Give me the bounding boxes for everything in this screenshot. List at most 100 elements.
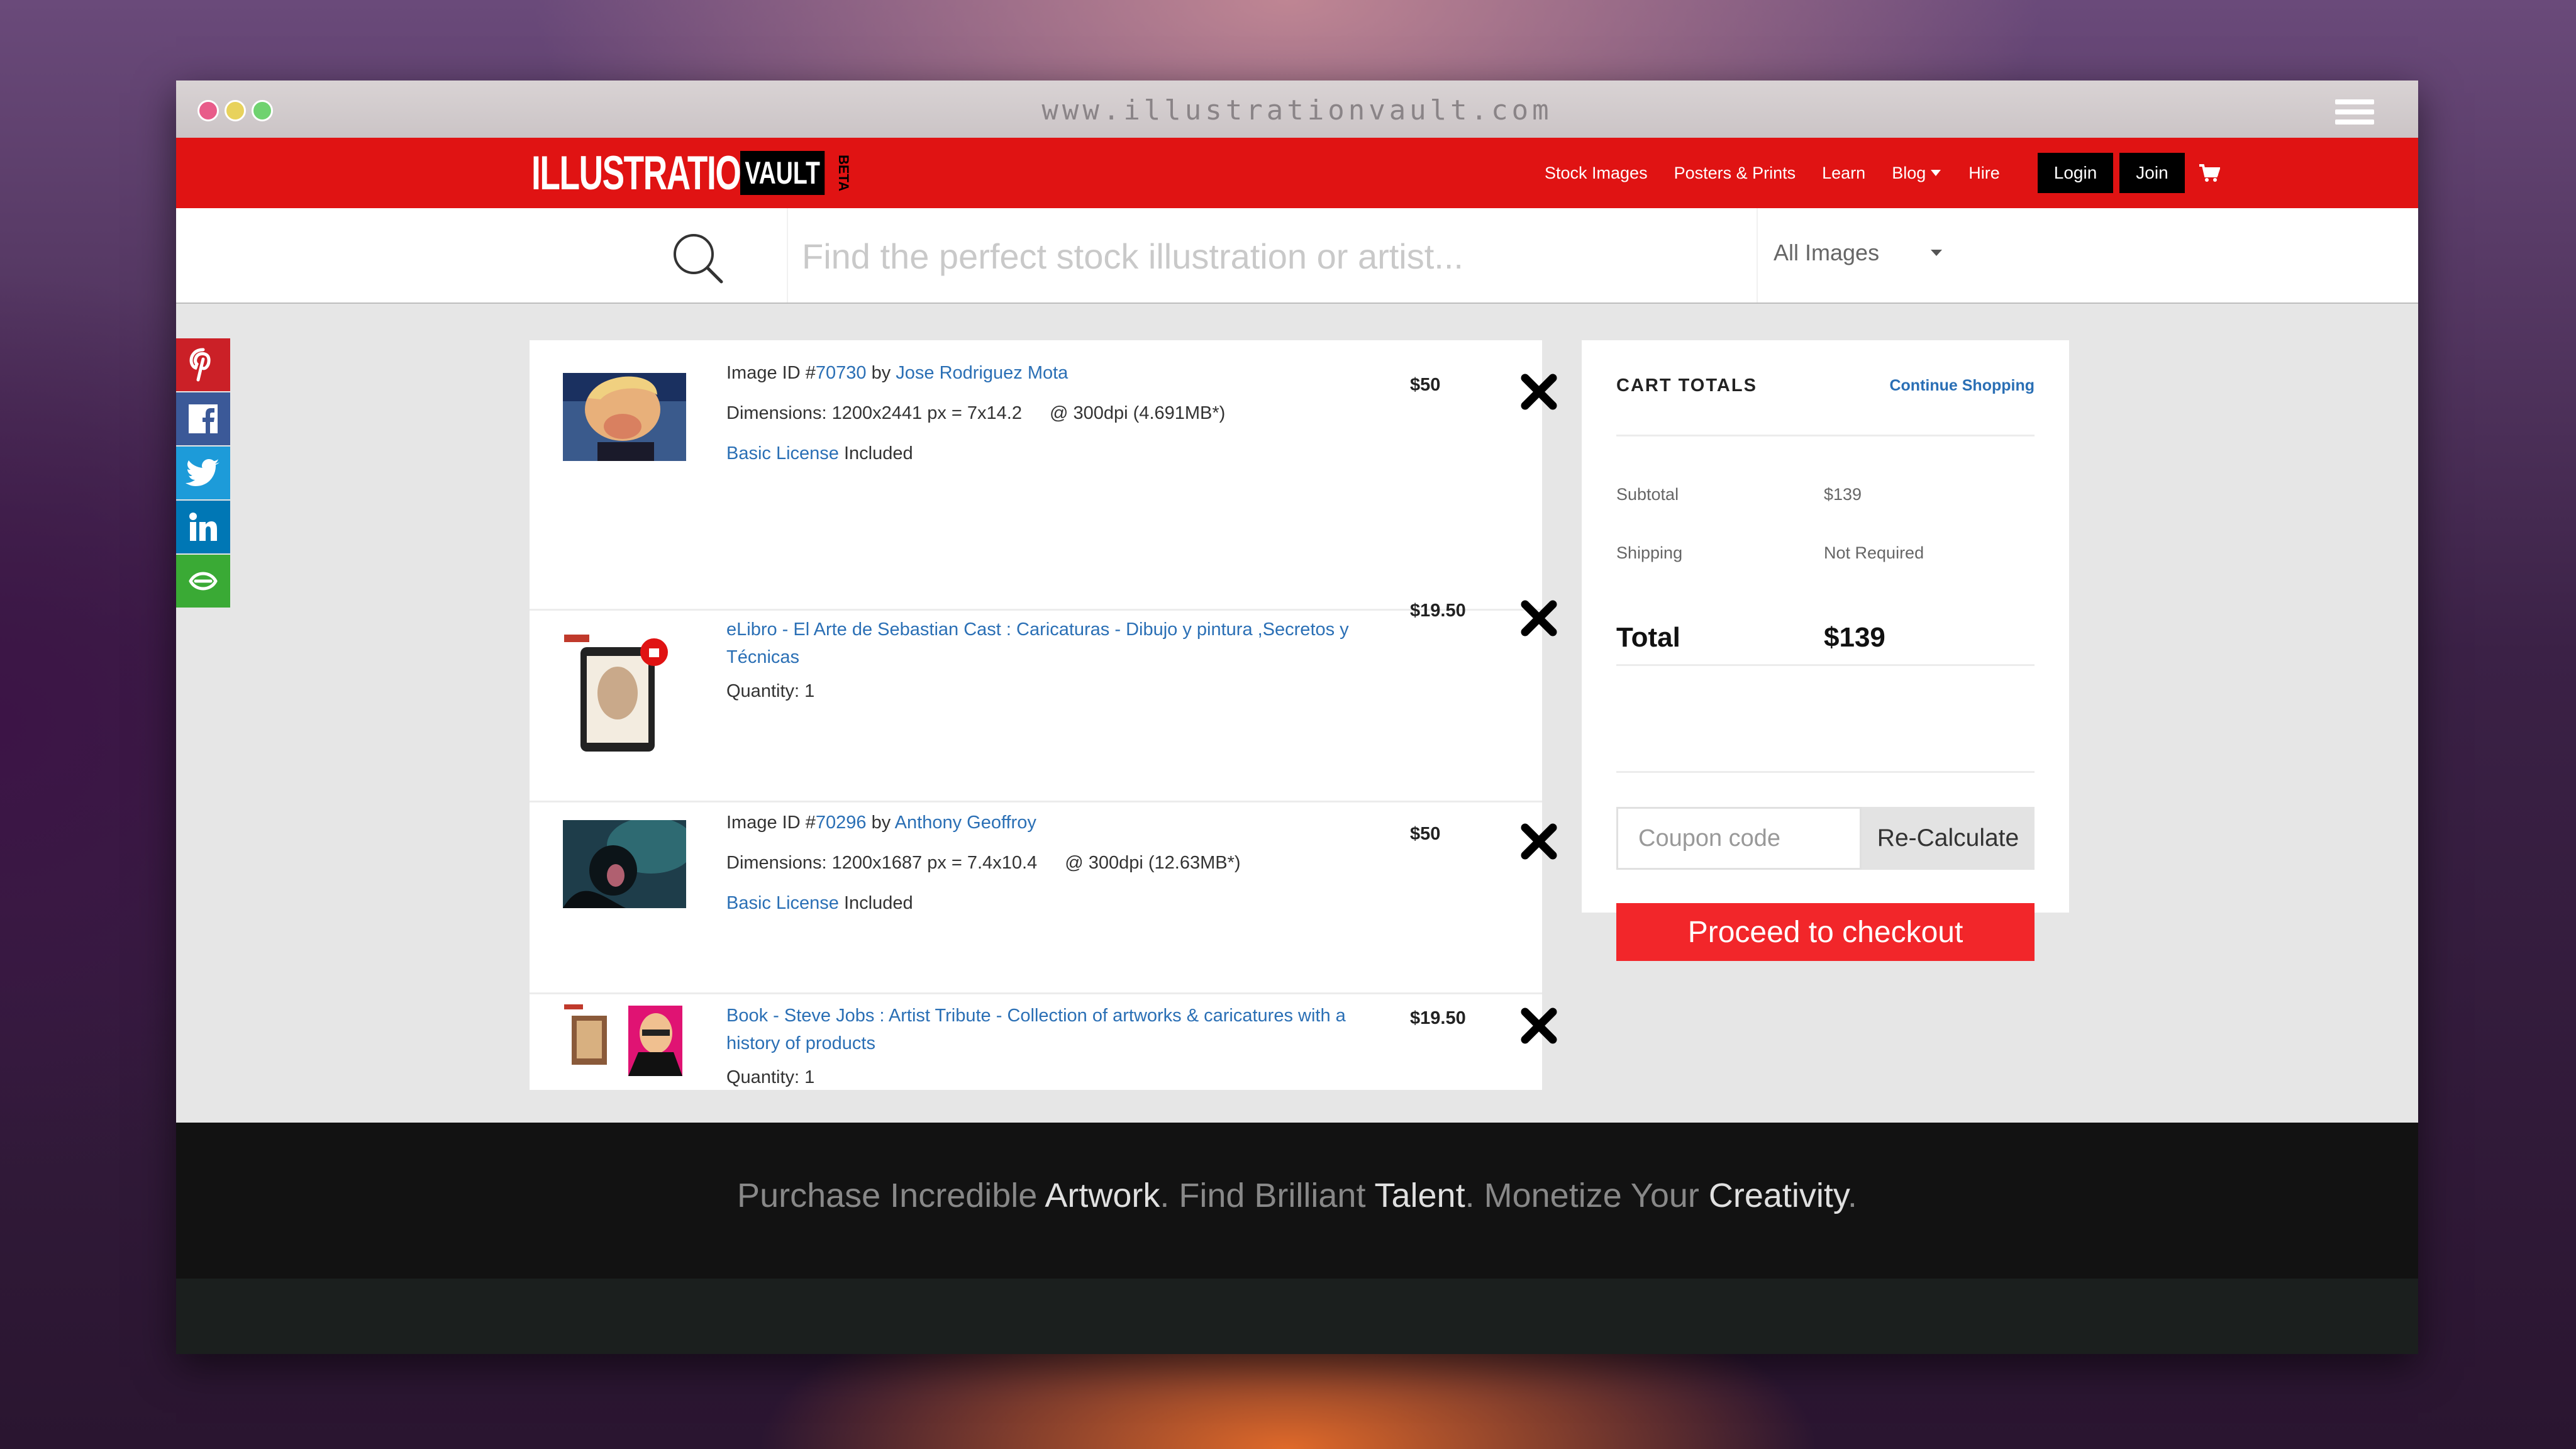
subtotal-label: Subtotal xyxy=(1616,485,1679,504)
tagline-part: . xyxy=(1847,1177,1857,1214)
item-details: Book - Steve Jobs : Artist Tribute - Col… xyxy=(726,1002,1380,1097)
facebook-icon xyxy=(189,404,218,433)
nav-hire[interactable]: Hire xyxy=(1968,164,2000,183)
quantity-value: 1 xyxy=(804,681,815,701)
site-logo[interactable]: ILLUSTRATION VAULT BETA xyxy=(531,147,852,200)
by-label: by xyxy=(871,363,891,383)
quantity-label: Quantity: xyxy=(726,1067,800,1087)
item-details: Image ID #70296 by Anthony Geoffroy Dime… xyxy=(726,802,1380,923)
tagline-creativity: Creativity xyxy=(1708,1177,1848,1214)
image-id-link[interactable]: 70296 xyxy=(816,813,867,833)
cart-totals-title: CART TOTALS xyxy=(1616,375,1757,396)
item-thumbnail[interactable] xyxy=(563,820,686,908)
address-bar[interactable]: www.illustrationvault.com xyxy=(176,94,2418,126)
item-thumbnail[interactable] xyxy=(563,373,686,461)
item-details: Image ID #70730 by Jose Rodriguez Mota D… xyxy=(726,353,1380,474)
search-bar: All Images xyxy=(176,208,2418,304)
nav-posters-prints[interactable]: Posters & Prints xyxy=(1674,164,1796,183)
item-dpi: @ 300dpi (12.63MB*) xyxy=(1065,853,1241,873)
pinterest-share-button[interactable] xyxy=(176,338,230,391)
linkedin-share-button[interactable] xyxy=(176,501,230,553)
artist-link[interactable]: Anthony Geoffroy xyxy=(895,813,1036,833)
remove-item-icon[interactable] xyxy=(1520,599,1558,637)
shipping-value: Not Required xyxy=(1824,543,1924,562)
hamburger-menu-icon[interactable] xyxy=(2335,99,2374,130)
footer-bottom-band xyxy=(176,1279,2418,1354)
nav-blog-label: Blog xyxy=(1892,163,1926,182)
cart-item: Image ID #70730 by Jose Rodriguez Mota D… xyxy=(530,340,1557,529)
item-thumbnail[interactable] xyxy=(563,1002,686,1079)
totals-divider xyxy=(1616,664,2035,666)
total-label: Total xyxy=(1616,622,1680,653)
search-input[interactable] xyxy=(802,231,1745,281)
twitter-icon xyxy=(186,459,219,486)
tagline-part: . Find Brilliant xyxy=(1160,1177,1375,1214)
continue-shopping-link[interactable]: Continue Shopping xyxy=(1889,377,2035,395)
logo-text-vault: VAULT xyxy=(740,151,825,195)
browser-titlebar: www.illustrationvault.com xyxy=(176,80,2418,138)
cart-item: Image ID #70296 by Anthony Geoffroy Dime… xyxy=(530,802,1557,991)
image-id-prefix: Image ID # xyxy=(726,363,816,383)
license-link[interactable]: Basic License xyxy=(726,443,839,464)
pinterest-icon xyxy=(189,348,211,382)
search-divider-2 xyxy=(1757,208,1758,303)
recalculate-button[interactable]: Re-Calculate xyxy=(1862,807,2035,870)
social-share-bar xyxy=(176,338,230,609)
tagline-artwork: Artwork xyxy=(1045,1177,1160,1214)
facebook-share-button[interactable] xyxy=(176,392,230,445)
quantity-label: Quantity: xyxy=(726,681,800,701)
tagline-part: Purchase Incredible xyxy=(737,1177,1045,1214)
cart-items-panel: Image ID #70730 by Jose Rodriguez Mota D… xyxy=(530,340,1557,1090)
totals-divider xyxy=(1616,435,2035,436)
more-share-button[interactable] xyxy=(176,555,230,608)
item-price: $19.50 xyxy=(1410,601,1466,621)
nav-stock-images[interactable]: Stock Images xyxy=(1545,164,1648,183)
item-price: $19.50 xyxy=(1410,1008,1466,1028)
shipping-label: Shipping xyxy=(1616,543,1683,562)
site-navbar: ILLUSTRATION VAULT BETA Stock Images Pos… xyxy=(176,138,2418,208)
cart-item: eLibro - El Arte de Sebastian Cast : Car… xyxy=(530,600,1557,799)
proceed-to-checkout-button[interactable]: Proceed to checkout xyxy=(1616,903,2035,961)
footer-tagline: Purchase Incredible Artwork. Find Brilli… xyxy=(176,1176,2418,1215)
logo-beta-badge: BETA xyxy=(836,154,852,192)
license-included: Included xyxy=(844,443,913,464)
remove-item-icon[interactable] xyxy=(1520,1007,1558,1045)
item-price: $50 xyxy=(1410,824,1441,844)
license-included: Included xyxy=(844,893,913,913)
by-label: by xyxy=(871,813,891,833)
totals-divider xyxy=(1616,771,2035,773)
cart-totals-panel: CART TOTALS Continue Shopping Subtotal $… xyxy=(1582,340,2069,961)
cart-item: Book - Steve Jobs : Artist Tribute - Col… xyxy=(530,994,1557,1089)
cart-icon[interactable] xyxy=(2199,164,2220,182)
join-button[interactable]: Join xyxy=(2119,153,2185,193)
twitter-share-button[interactable] xyxy=(176,447,230,499)
item-dimensions: Dimensions: 1200x1687 px = 7.4x10.4 xyxy=(726,853,1038,873)
search-icon[interactable] xyxy=(670,230,726,287)
nav-blog[interactable]: Blog xyxy=(1892,164,1942,183)
quantity-value: 1 xyxy=(804,1067,815,1087)
caret-down-icon[interactable] xyxy=(1931,250,1942,256)
login-button[interactable]: Login xyxy=(2037,153,2114,193)
total-value: $139 xyxy=(1824,622,1885,653)
browser-window: www.illustrationvault.com ILLUSTRATION V… xyxy=(176,80,2418,1354)
license-link[interactable]: Basic License xyxy=(726,893,839,913)
remove-item-icon[interactable] xyxy=(1520,373,1558,411)
logo-text-illustration: ILLUSTRATION xyxy=(531,146,765,200)
product-title-link[interactable]: eLibro - El Arte de Sebastian Cast : Car… xyxy=(726,616,1355,671)
artist-link[interactable]: Jose Rodriguez Mota xyxy=(896,363,1068,383)
item-thumbnail[interactable] xyxy=(563,633,676,754)
image-id-prefix: Image ID # xyxy=(726,813,816,833)
share-icon xyxy=(189,572,218,591)
product-title-link[interactable]: Book - Steve Jobs : Artist Tribute - Col… xyxy=(726,1002,1355,1057)
category-select[interactable]: All Images xyxy=(1774,240,1950,266)
remove-item-icon[interactable] xyxy=(1520,823,1558,860)
nav-learn[interactable]: Learn xyxy=(1822,164,1865,183)
search-divider xyxy=(787,208,788,303)
nav-links: Stock Images Posters & Prints Learn Blog… xyxy=(1545,138,2220,208)
item-dimensions: Dimensions: 1200x2441 px = 7x14.2 xyxy=(726,403,1022,423)
chevron-down-icon xyxy=(1931,170,1941,176)
item-price: $50 xyxy=(1410,375,1441,395)
tagline-talent: Talent xyxy=(1374,1177,1465,1214)
coupon-code-input[interactable] xyxy=(1616,807,1862,870)
image-id-link[interactable]: 70730 xyxy=(816,363,867,383)
